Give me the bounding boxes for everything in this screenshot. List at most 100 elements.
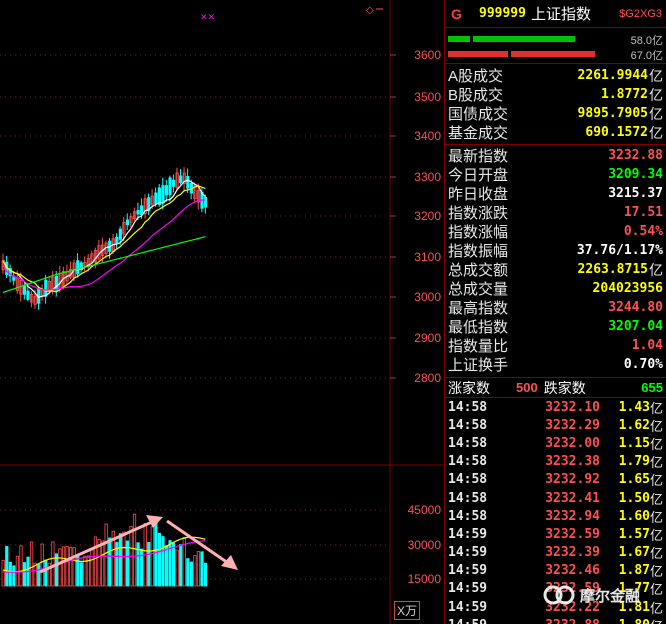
turnover-label: 基金成交 [448, 125, 509, 142]
volume-bar [161, 536, 165, 587]
candlestick-chart[interactable]: 3600 3500 3400 3300 3200 3100 3000 2900 2800 4500… [0, 0, 443, 624]
tick-volume: 1.50 [618, 490, 650, 506]
volume-bar [69, 546, 73, 587]
watermark-text: 摩尔金融 [580, 587, 641, 605]
volume-bar [58, 548, 62, 587]
tick-unit: 亿 [649, 509, 663, 525]
candle-body [118, 228, 122, 240]
tick-time: 14:58 [448, 399, 488, 415]
turnover-unit: 亿 [649, 67, 663, 84]
volume-bar [147, 541, 151, 587]
volume-bar [140, 548, 144, 587]
volume-bar [65, 545, 69, 587]
volume-bar [157, 532, 161, 587]
candle-body [22, 285, 27, 295]
ma10-line [2, 185, 206, 293]
stat-label: 指数涨跌 [448, 205, 509, 222]
decline-count: 655 [641, 380, 663, 395]
tick-price: 3232.88 [514, 618, 600, 624]
stat-value: 3207.04 [608, 319, 663, 334]
volume-bar [154, 522, 158, 587]
tick-unit: 亿 [649, 400, 663, 416]
volume-bar [193, 555, 197, 587]
tick-unit: 亿 [649, 491, 663, 507]
index-code: 999999 [479, 6, 526, 21]
tick-time: 14:59 [448, 599, 488, 615]
stat-unit: 亿 [649, 261, 663, 278]
volume-bar [203, 562, 208, 587]
candle-body [140, 205, 144, 216]
tick-unit: 亿 [649, 582, 663, 598]
price-tick-label: 3200 [414, 209, 441, 223]
tick-volume: 1.79 [618, 454, 650, 470]
tick-price: 3232.00 [545, 435, 600, 451]
sell-bar-label: 67.0亿 [630, 50, 663, 62]
volume-bar [108, 537, 112, 587]
stat-label: 昨日收盘 [448, 186, 509, 203]
tick-time: 14:59 [448, 526, 488, 542]
quote-header: G 999999 上证指数 $G2XG3 [445, 0, 666, 28]
tick-row: 14:59 3232.39 1.67 亿 [445, 544, 666, 562]
tick-row: 14:59 3232.59 1.57 亿 [445, 525, 666, 543]
marker-text: ✕✕ [200, 12, 215, 22]
tick-volume: 1.65 [618, 472, 650, 488]
trend-arrow-up-head [146, 515, 163, 528]
watermark: 摩尔金融 [542, 584, 640, 606]
turnover-section: A股成交 2261.9944 亿 B股成交 1.8772 亿国债成交 9895.7905 亿基… [445, 64, 666, 145]
tick-time: 14:58 [448, 435, 488, 451]
tick-unit: 亿 [649, 418, 663, 434]
turnover-label: 国债成交 [448, 106, 509, 123]
index-name: 上证指数 [530, 6, 591, 23]
turnover-value: 690.1572 [585, 125, 648, 140]
tick-time: 14:59 [448, 618, 514, 624]
tick-unit: 亿 [650, 616, 663, 624]
stat-row: 最高指数 3244.80 [445, 298, 666, 317]
stat-value: 3244.80 [608, 300, 663, 315]
volume-bar [101, 540, 105, 587]
stat-value: 3209.34 [608, 167, 663, 182]
watermark-logo-icon [543, 585, 575, 605]
tick-time: 14:59 [448, 545, 488, 561]
stat-value: 0.70% [623, 357, 663, 372]
stat-row: 最新指数 3232.88 [445, 146, 666, 165]
stat-row: 指数涨跌 17.51 [445, 203, 666, 222]
price-tick-label: 2900 [414, 331, 441, 345]
volume-bar [196, 551, 201, 587]
volume-bar [175, 549, 179, 587]
turnover-value: 1.8772 [601, 87, 648, 102]
volume-bar [44, 559, 48, 587]
tick-volume: 1.87 [618, 563, 650, 579]
price-tick-label: 3600 [414, 48, 441, 62]
advance-count: 500 [516, 380, 538, 395]
tick-unit: 亿 [649, 455, 663, 471]
turnover-unit: 亿 [649, 124, 663, 141]
volume-bar [61, 546, 66, 587]
turnover-unit: 亿 [649, 86, 663, 103]
volume-bar [186, 558, 190, 587]
stat-value: 1.04 [631, 338, 663, 353]
candle-body [161, 185, 165, 204]
price-tick-label: 3100 [414, 250, 441, 264]
stat-row: 指数振幅 37.76/1.17% [445, 241, 666, 260]
tick-volume: 1.43 [618, 399, 650, 415]
volume-bar [8, 561, 12, 587]
volume-bar [51, 541, 55, 587]
quote-panel: G 999999 上证指数 $G2XG3 58.0亿 67.0亿 A股成交 226… [444, 0, 666, 624]
buy-bar-segment [473, 36, 575, 42]
volume-bar [40, 543, 44, 587]
advance-label: 涨家数 [448, 379, 490, 396]
candle-body [136, 209, 140, 215]
volume-bar [22, 562, 27, 587]
volume-bar [79, 562, 83, 587]
turnover-row: A股成交 2261.9944 亿 [445, 66, 666, 86]
chart-canvas[interactable]: 3600 3500 3400 3300 3200 3100 3000 2900 2800 4500… [0, 0, 443, 624]
stat-row: 总成交量 204023956 [445, 279, 666, 298]
tick-row: 14:59 3232.46 1.87 亿 [445, 562, 666, 580]
tick-volume: 1.62 [618, 417, 650, 433]
volume-bar [132, 513, 137, 587]
tick-price: 3232.39 [545, 545, 600, 561]
volume-bar [76, 555, 80, 587]
volume-bar [37, 564, 41, 587]
candle-body [54, 276, 59, 291]
volume-tick-label: 45000 [408, 503, 442, 517]
